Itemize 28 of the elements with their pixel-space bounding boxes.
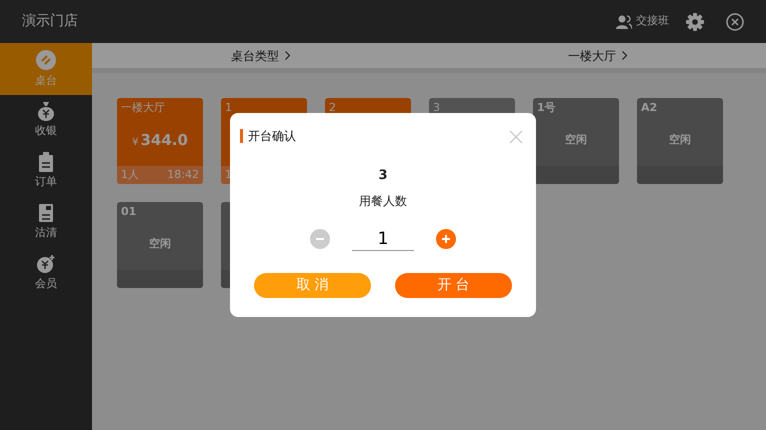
filter-dropdown[interactable]: 桌台类型 (225, 43, 296, 68)
table-tile[interactable]: 01 空闲 (117, 202, 203, 288)
table-name: 1号 (537, 101, 556, 114)
sidebar-item[interactable]: 沽清 (0, 197, 92, 248)
table-name: A2 (641, 101, 658, 114)
open-table-button[interactable]: 开 台 (395, 272, 512, 298)
filter-dropdown[interactable]: 一楼大厅 (562, 43, 633, 68)
sidebar-item[interactable]: 订单 (0, 146, 92, 197)
handover-button[interactable]: 交接班 (616, 13, 669, 30)
sidebar-item[interactable]: 收银 (0, 95, 92, 146)
table-status: 空闲 (565, 132, 587, 148)
table-status: 空闲 (669, 132, 691, 148)
table-name: 1 (225, 101, 232, 114)
guests-label: 用餐人数 (358, 192, 408, 210)
table-name: 3 (433, 101, 440, 114)
table-amount: ¥344.0 (132, 130, 188, 151)
table-number: 3 (377, 167, 389, 185)
dialog-title: 开台确认 (240, 129, 296, 143)
table-tile[interactable]: A2 空闲 (637, 98, 723, 184)
guest-count: 1人 (121, 166, 139, 183)
table-name: 01 (121, 205, 136, 218)
table-time: 18:42 (167, 166, 199, 183)
store-name: 演示门店 (22, 12, 78, 31)
sidebar-item[interactable]: 会员 (0, 248, 92, 299)
table-tile[interactable]: 1号 空闲 (533, 98, 619, 184)
table-name: 一楼大厅 (121, 101, 165, 114)
table-name: 2 (329, 101, 336, 114)
table-status: 空闲 (149, 236, 171, 252)
